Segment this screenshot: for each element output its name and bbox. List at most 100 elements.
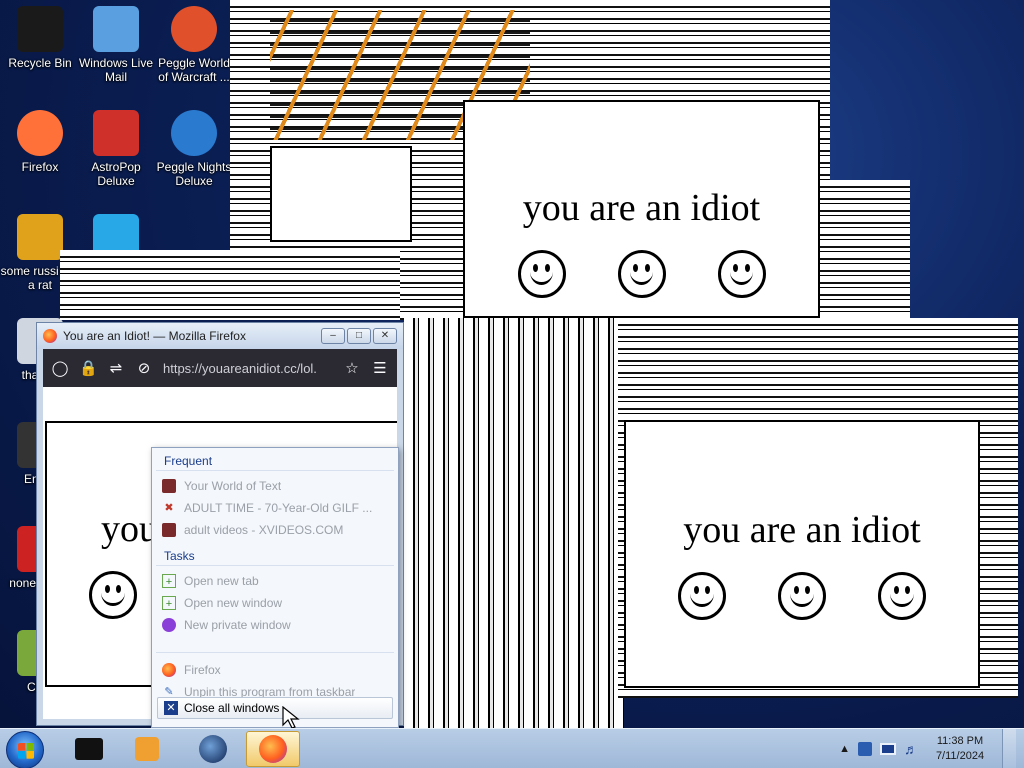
maximize-button[interactable]: □ — [347, 328, 371, 344]
taskbar-app-button[interactable] — [62, 731, 116, 767]
window-controls: – □ ✕ — [321, 328, 397, 344]
de-icon — [17, 214, 63, 260]
bookmark-star-icon[interactable]: ☆ — [343, 359, 361, 377]
idiot-popup-window[interactable]: you are an idiot — [624, 420, 980, 688]
smiley-icon — [678, 572, 726, 620]
close-button[interactable]: ✕ — [373, 328, 397, 344]
jumplist-tasks-header: Tasks — [156, 543, 394, 566]
jumplist-item-label: Firefox — [184, 663, 221, 677]
jumplist-item-label: Your World of Text — [184, 479, 282, 493]
peggle-nights-icon — [171, 110, 217, 156]
glitch-artifact-center — [404, 318, 624, 728]
glitch-artifact-left — [60, 250, 400, 320]
astropop-icon — [93, 110, 139, 156]
shield-icon[interactable]: ◯ — [51, 359, 69, 377]
clock[interactable]: 11:38 PM 7/11/2024 — [926, 734, 994, 764]
network-icon[interactable] — [858, 742, 872, 756]
private-window-icon — [162, 618, 176, 632]
permissions-icon[interactable]: ⇌ — [107, 359, 125, 377]
clock-time: 11:38 PM — [936, 735, 984, 747]
minimize-button[interactable]: – — [321, 328, 345, 344]
jumplist-item-label: ADULT TIME - 70-Year-Old GILF ... — [184, 501, 373, 515]
box-icon — [75, 738, 103, 760]
jumplist-divider — [156, 652, 394, 653]
firefox-icon — [259, 735, 287, 763]
mouse-cursor-icon — [282, 706, 300, 729]
glitch-artifact-right — [820, 180, 910, 330]
desktop-icon-label: Firefox — [21, 160, 59, 174]
jumplist-item-label: adult videos - XVIDEOS.COM — [184, 523, 344, 537]
jumplist-item[interactable]: ✖ ADULT TIME - 70-Year-Old GILF ... — [152, 497, 398, 519]
smiley-icon — [717, 250, 766, 298]
idiot-text: you — [101, 508, 158, 550]
jumplist-item[interactable]: + Open new window — [152, 592, 398, 614]
navigation-toolbar: ◯ 🔒 ⇌ ⊘ https://youareanidiot.cc/lol. ☆ … — [43, 349, 397, 387]
taskbar-jumplist: Frequent Your World of Text ✖ ADULT TIME -… — [151, 447, 399, 728]
jumplist-item[interactable]: Your World of Text — [152, 475, 398, 497]
taskbar-app-button[interactable] — [246, 731, 300, 767]
autoplay-blocked-icon[interactable]: ⊘ — [135, 359, 153, 377]
desktop-icon-label: Recycle Bin — [8, 56, 72, 70]
menu-icon[interactable]: ☰ — [371, 359, 389, 377]
smiley-icon — [517, 250, 566, 298]
idiot-popup-window[interactable] — [270, 146, 412, 242]
desktop-icon[interactable]: Recycle Bin — [0, 6, 80, 70]
jumplist-item[interactable]: + Open new tab — [152, 570, 398, 592]
desktop-icon-label: Windows Live Mail — [78, 56, 154, 84]
lock-icon[interactable]: 🔒 — [79, 359, 98, 377]
jumplist-item-label: New private window — [184, 618, 291, 632]
desktop-icon[interactable]: Peggle Nights Deluxe — [154, 110, 234, 188]
system-tray: ▲ ♬ 11:38 PM 7/11/2024 — [839, 729, 1016, 768]
taskbar-app-button[interactable] — [186, 731, 240, 767]
jumplist-item[interactable]: Firefox — [152, 659, 398, 681]
smiley-icon — [778, 572, 826, 620]
jumplist-item-label: Open new window — [184, 596, 283, 610]
volume-icon[interactable]: ♬ — [904, 741, 918, 757]
jumplist-tasks-list: + Open new tab + Open new window New private… — [152, 570, 398, 636]
desktop-icon-label: Peggle Nights Deluxe — [156, 160, 232, 188]
clock-date: 7/11/2024 — [935, 750, 985, 762]
smiley-icon — [89, 571, 137, 619]
jumplist-item[interactable]: adult videos - XVIDEOS.COM — [152, 519, 398, 541]
firefox-icon — [43, 329, 57, 343]
close-all-icon: ✕ — [164, 701, 178, 715]
smiley-row — [678, 572, 926, 620]
firefox-icon — [162, 663, 176, 677]
jumplist-item-label: Open new tab — [184, 574, 259, 588]
tray-expand-icon[interactable]: ▲ — [839, 743, 850, 755]
idiot-popup-window[interactable]: you are an idiot — [463, 100, 820, 318]
x-site-icon: ✖ — [164, 502, 174, 514]
peggle-icon — [171, 6, 217, 52]
new-tab-icon: + — [162, 574, 176, 588]
jumplist-frequent-list: Your World of Text ✖ ADULT TIME - 70-Year-… — [152, 475, 398, 541]
jumplist-frequent-header: Frequent — [156, 448, 394, 471]
idiot-text: you are an idiot — [683, 509, 921, 551]
monitor-icon[interactable] — [880, 743, 896, 755]
desktop-icon[interactable]: Firefox — [0, 110, 80, 174]
smiley-icon — [878, 572, 926, 620]
start-button[interactable] — [6, 731, 44, 768]
desktop-icon-label: Peggle World of Warcraft ... — [158, 56, 230, 84]
idiot-text: you are an idiot — [522, 187, 761, 229]
media-player-icon — [135, 737, 159, 761]
show-desktop-button[interactable] — [1002, 729, 1016, 768]
url-bar[interactable]: https://youareanidiot.cc/lol. — [163, 361, 333, 376]
window-titlebar[interactable]: You are an Idiot! — Mozilla Firefox – □ … — [37, 323, 403, 349]
window-title: You are an Idiot! — Mozilla Firefox — [63, 329, 246, 343]
firefox-icon — [17, 110, 63, 156]
close-all-windows-button[interactable]: ✕ Close all windows — [157, 697, 393, 719]
new-window-icon: + — [162, 596, 176, 610]
desktop-icon-label: AstroPop Deluxe — [91, 160, 141, 188]
desktop-icon[interactable]: AstroPop Deluxe — [76, 110, 156, 188]
taskbar: ▲ ♬ 11:38 PM 7/11/2024 — [0, 728, 1024, 768]
recycle-bin-icon — [17, 6, 63, 52]
site-icon — [162, 479, 176, 493]
desktop-icon[interactable]: Peggle World of Warcraft ... — [154, 6, 234, 84]
site-icon — [162, 523, 176, 537]
jumplist-item[interactable]: New private window — [152, 614, 398, 636]
globe-icon — [199, 735, 227, 763]
mail-icon — [93, 6, 139, 52]
desktop-icon[interactable]: Windows Live Mail — [76, 6, 156, 84]
smiley-row — [517, 250, 766, 298]
taskbar-app-button[interactable] — [120, 731, 174, 767]
